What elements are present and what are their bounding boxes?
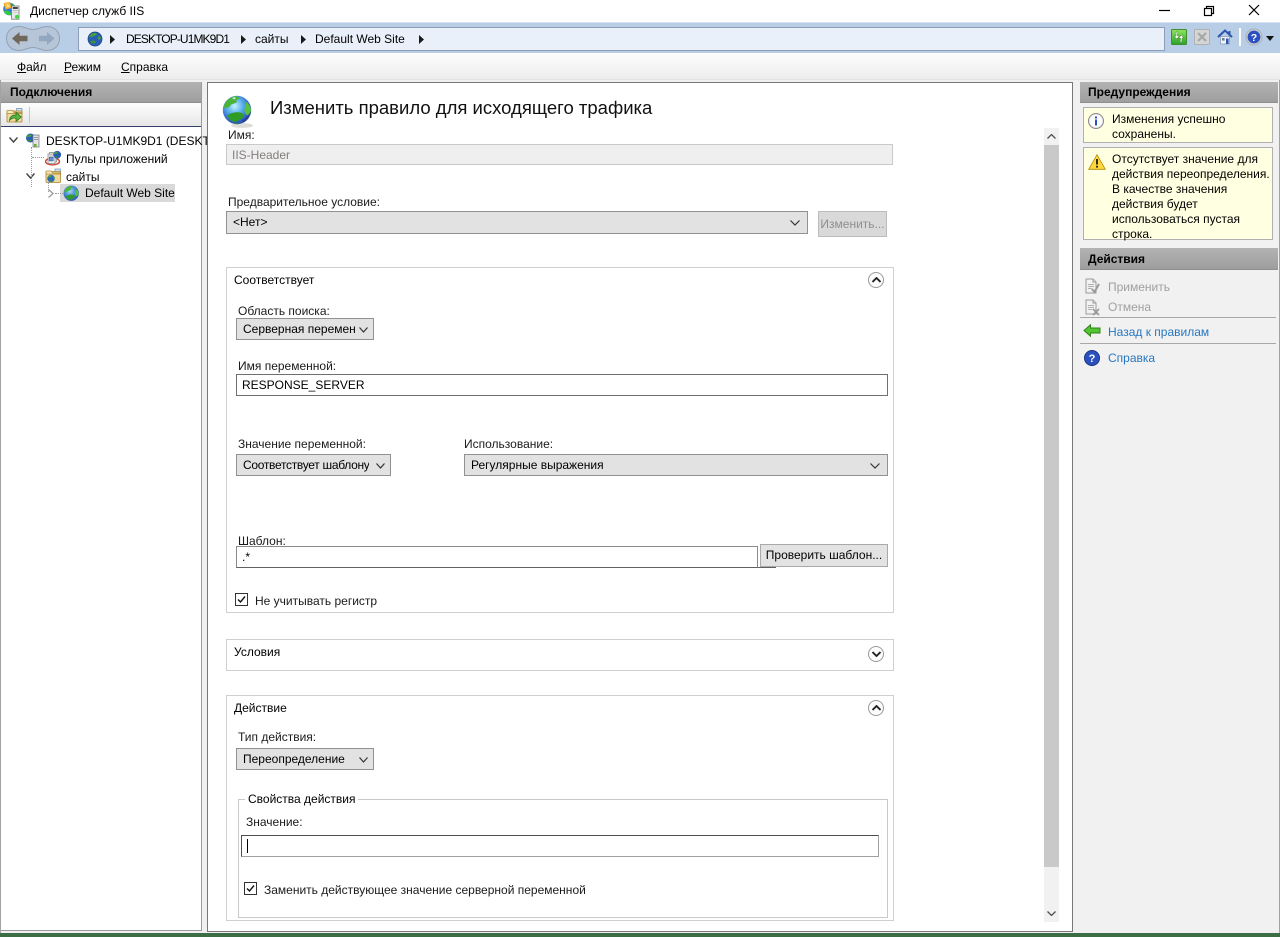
svg-text:?: ?	[1251, 32, 1257, 44]
svg-text:?: ?	[1089, 353, 1096, 365]
